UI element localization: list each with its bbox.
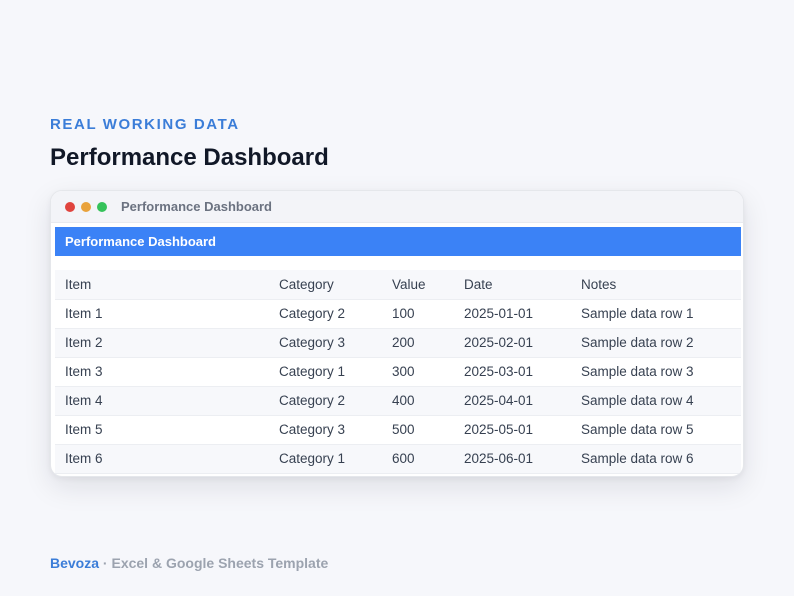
cell-item[interactable]: Item 6: [55, 444, 269, 474]
cell-item[interactable]: Item 3: [55, 357, 269, 387]
cell-date[interactable]: 2025-02-01: [454, 328, 571, 358]
spreadsheet-window: Performance Dashboard Performance Dashbo…: [50, 190, 744, 477]
maximize-window-button[interactable]: [97, 201, 107, 212]
column-header-date[interactable]: Date: [454, 270, 571, 300]
table-row: Item 4 Category 2 400 2025-04-01 Sample …: [55, 386, 741, 416]
cell-item[interactable]: Item 5: [55, 415, 269, 445]
cell-value[interactable]: 600: [382, 444, 454, 474]
footer-separator: ·: [99, 555, 112, 571]
column-header-item[interactable]: Item: [55, 270, 269, 300]
table-row: Item 2 Category 3 200 2025-02-01 Sample …: [55, 328, 741, 358]
cell-date[interactable]: 2025-01-01: [454, 299, 571, 329]
cell-date[interactable]: 2025-05-01: [454, 415, 571, 445]
minimize-window-button[interactable]: [81, 201, 91, 212]
footer-credit: Bevoza · Excel & Google Sheets Template: [50, 555, 328, 571]
cell-notes[interactable]: Sample data row 5: [571, 415, 741, 445]
table-row: Item 3 Category 1 300 2025-03-01 Sample …: [55, 357, 741, 387]
cell-category[interactable]: Category 1: [269, 444, 382, 474]
cell-category[interactable]: Category 3: [269, 415, 382, 445]
cell-value[interactable]: 400: [382, 386, 454, 416]
table-row: Item 1 Category 2 100 2025-01-01 Sample …: [55, 299, 741, 329]
cell-category[interactable]: Category 2: [269, 386, 382, 416]
column-header-notes[interactable]: Notes: [571, 270, 741, 300]
brand-name: Bevoza: [50, 555, 100, 571]
cell-notes[interactable]: Sample data row 1: [571, 299, 741, 329]
footer-text: Excel & Google Sheets Template: [111, 555, 329, 571]
page-title: Performance Dashboard: [50, 144, 329, 171]
close-window-button[interactable]: [65, 201, 75, 212]
table-row: Item 5 Category 3 500 2025-05-01 Sample …: [55, 415, 741, 445]
cell-category[interactable]: Category 3: [269, 328, 382, 358]
cell-value[interactable]: 500: [382, 415, 454, 445]
eyebrow-label: REAL WORKING DATA: [50, 116, 240, 133]
cell-item[interactable]: Item 2: [55, 328, 269, 358]
cell-notes[interactable]: Sample data row 2: [571, 328, 741, 358]
cell-value[interactable]: 300: [382, 357, 454, 387]
column-header-value[interactable]: Value: [382, 270, 454, 300]
cell-notes[interactable]: Sample data row 3: [571, 357, 741, 387]
cell-item[interactable]: Item 1: [55, 299, 269, 329]
cell-item[interactable]: Item 4: [55, 386, 269, 416]
column-header-category[interactable]: Category: [269, 270, 382, 300]
sheet-header-bar: Performance Dashboard: [55, 227, 741, 256]
data-table-container: Item Category Value Date Notes Item 1 Ca…: [55, 270, 741, 474]
cell-notes[interactable]: Sample data row 6: [571, 444, 741, 474]
cell-category[interactable]: Category 1: [269, 357, 382, 387]
table-header-row: Item Category Value Date Notes: [55, 270, 741, 300]
table-row: Item 6 Category 1 600 2025-06-01 Sample …: [55, 444, 741, 474]
window-title: Performance Dashboard: [121, 199, 272, 214]
data-table: Item Category Value Date Notes Item 1 Ca…: [55, 270, 741, 474]
window-titlebar: Performance Dashboard: [51, 191, 743, 223]
cell-category[interactable]: Category 2: [269, 299, 382, 329]
cell-value[interactable]: 200: [382, 328, 454, 358]
cell-value[interactable]: 100: [382, 299, 454, 329]
cell-date[interactable]: 2025-04-01: [454, 386, 571, 416]
cell-date[interactable]: 2025-06-01: [454, 444, 571, 474]
cell-date[interactable]: 2025-03-01: [454, 357, 571, 387]
cell-notes[interactable]: Sample data row 4: [571, 386, 741, 416]
